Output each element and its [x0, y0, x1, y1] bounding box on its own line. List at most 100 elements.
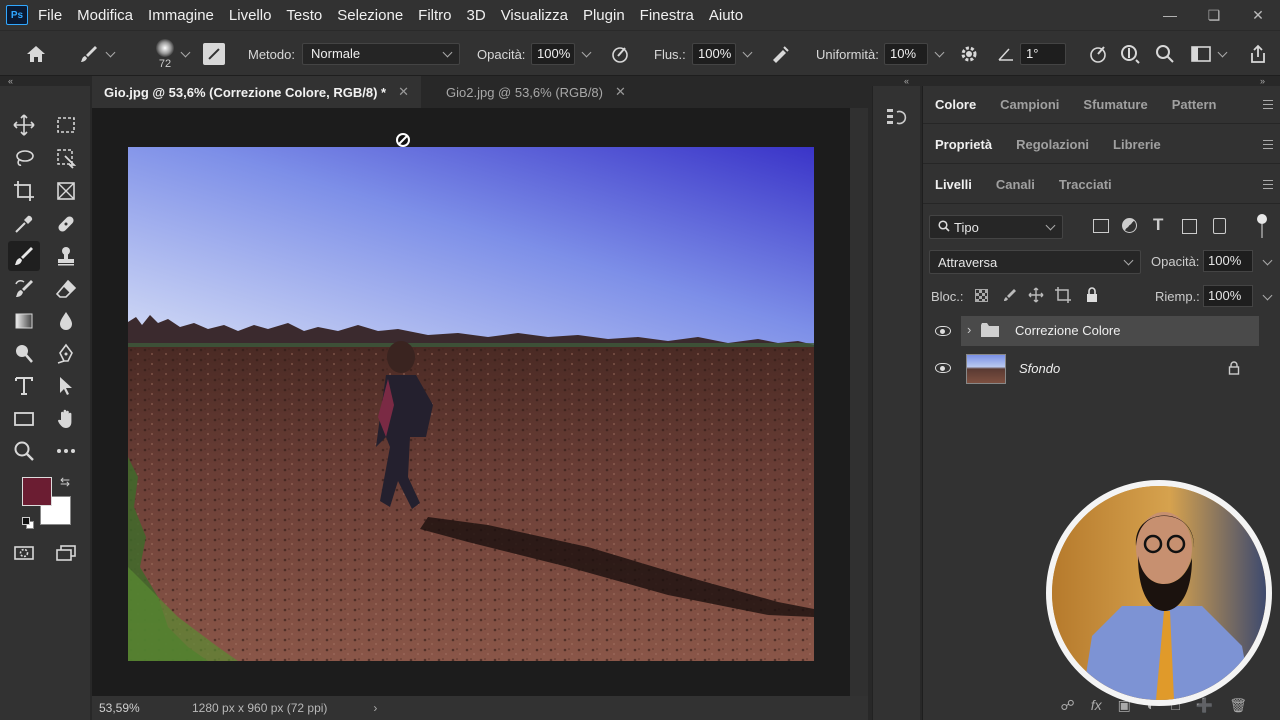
layer-opacity-caret[interactable]: [1262, 255, 1273, 266]
fill-caret[interactable]: [1262, 290, 1273, 301]
tab-regolazioni[interactable]: Regolazioni: [1004, 137, 1101, 152]
chevron-right-icon[interactable]: ›: [373, 701, 377, 715]
share-icon[interactable]: [1246, 31, 1270, 77]
panels-collapse-icon[interactable]: «: [904, 76, 909, 86]
toolbar-collapse-icon[interactable]: «: [8, 76, 13, 86]
frame-tool-icon[interactable]: [50, 176, 82, 206]
layer-row-sfondo[interactable]: Sfondo: [923, 350, 1280, 386]
filter-adjustment-icon[interactable]: [1122, 218, 1137, 233]
tab-canali[interactable]: Canali: [984, 177, 1047, 192]
panels-expand-icon[interactable]: »: [1260, 76, 1265, 86]
menu-file[interactable]: File: [38, 7, 62, 24]
foreground-color-swatch[interactable]: [22, 477, 52, 506]
airbrush-icon[interactable]: [768, 31, 792, 77]
layer-filter-select[interactable]: Tipo: [929, 215, 1063, 239]
visibility-eye-icon[interactable]: [935, 326, 951, 336]
tab-campioni[interactable]: Campioni: [988, 97, 1071, 112]
lock-position-icon[interactable]: [1028, 287, 1044, 303]
restore-icon[interactable]: ❏: [1192, 7, 1236, 24]
pressure-size-icon[interactable]: [1086, 31, 1110, 77]
search-icon[interactable]: [1154, 31, 1176, 77]
panel-menu-icon[interactable]: [1263, 100, 1273, 109]
tab-sfumature[interactable]: Sfumature: [1071, 97, 1159, 112]
menu-livello[interactable]: Livello: [229, 7, 272, 24]
menu-3d[interactable]: 3D: [467, 7, 486, 24]
minimize-icon[interactable]: —: [1148, 7, 1192, 23]
move-tool-icon[interactable]: [8, 110, 40, 140]
brush-size-caret[interactable]: [176, 31, 191, 77]
filter-shape-icon[interactable]: [1182, 219, 1197, 234]
chevron-right-icon[interactable]: ›: [967, 322, 971, 337]
smoothing-caret[interactable]: [934, 47, 945, 57]
screen-mode-icon[interactable]: [50, 538, 82, 568]
eyedropper-tool-icon[interactable]: [8, 209, 40, 239]
pressure-opacity-icon[interactable]: [608, 31, 632, 77]
healing-brush-tool-icon[interactable]: [50, 209, 82, 239]
tab-pattern[interactable]: Pattern: [1160, 97, 1229, 112]
zoom-tool-icon[interactable]: [8, 436, 40, 466]
dodge-tool-icon[interactable]: [8, 339, 40, 369]
tab-livelli[interactable]: Livelli: [923, 177, 984, 192]
filter-type-icon[interactable]: T: [1153, 215, 1163, 235]
brush-settings-icon[interactable]: [202, 31, 226, 77]
close-icon[interactable]: ✕: [1236, 7, 1280, 24]
home-icon[interactable]: [22, 31, 50, 77]
opacity-caret[interactable]: [581, 47, 592, 57]
tab-proprieta[interactable]: Proprietà: [923, 137, 1004, 152]
flow-caret[interactable]: [742, 47, 753, 57]
tab-librerie[interactable]: Librerie: [1101, 137, 1173, 152]
lock-all-icon[interactable]: [1085, 287, 1099, 303]
link-layers-icon[interactable]: ☍: [1061, 697, 1075, 714]
menu-visualizza[interactable]: Visualizza: [501, 7, 568, 24]
path-selection-tool-icon[interactable]: [50, 371, 82, 401]
object-selection-tool-icon[interactable]: [50, 143, 82, 173]
gear-icon[interactable]: [958, 31, 980, 77]
trash-icon[interactable]: 🗑: [1229, 697, 1247, 714]
workspace-icon[interactable]: [1188, 31, 1228, 77]
layer-name[interactable]: Correzione Colore: [1015, 323, 1121, 338]
menu-finestra[interactable]: Finestra: [640, 7, 694, 24]
close-tab-icon[interactable]: ✕: [615, 84, 626, 100]
menu-immagine[interactable]: Immagine: [148, 7, 214, 24]
brush-tool-icon[interactable]: [8, 241, 40, 271]
filter-pixel-icon[interactable]: [1093, 219, 1109, 233]
vertical-scrollbar[interactable]: [850, 108, 868, 696]
blend-mode-select[interactable]: Attraversa: [929, 250, 1141, 274]
new-layer-icon[interactable]: ➕: [1196, 697, 1213, 714]
default-colors-icon[interactable]: [22, 517, 34, 529]
rectangle-tool-icon[interactable]: [8, 404, 40, 434]
tab-gio2[interactable]: Gio2.jpg @ 53,6% (RGB/8) ✕: [434, 76, 638, 108]
hand-tool-icon[interactable]: [50, 404, 82, 434]
fill-input[interactable]: 100%: [1203, 285, 1253, 307]
blur-tool-icon[interactable]: [50, 306, 82, 336]
menu-testo[interactable]: Testo: [286, 7, 322, 24]
angle-input[interactable]: 1°: [1020, 43, 1066, 65]
tab-colore[interactable]: Colore: [923, 97, 988, 112]
zoom-level[interactable]: 53,59%: [99, 701, 192, 715]
history-brush-tool-icon[interactable]: [8, 274, 40, 304]
menu-aiuto[interactable]: Aiuto: [709, 7, 743, 24]
clone-stamp-tool-icon[interactable]: [50, 241, 82, 271]
document-image[interactable]: [128, 147, 814, 661]
marquee-tool-icon[interactable]: [50, 110, 82, 140]
fx-icon[interactable]: fx: [1091, 697, 1102, 713]
panel-menu-icon[interactable]: [1263, 140, 1273, 149]
brush-preset-icon[interactable]: [76, 31, 116, 77]
quick-mask-icon[interactable]: [8, 538, 40, 568]
gradient-tool-icon[interactable]: [8, 306, 40, 336]
crop-tool-icon[interactable]: [8, 176, 40, 206]
more-tools-icon[interactable]: [50, 436, 82, 466]
lock-icon[interactable]: [1227, 361, 1241, 375]
symmetry-icon[interactable]: [1118, 31, 1142, 77]
method-select[interactable]: Normale: [302, 43, 460, 65]
layer-opacity-input[interactable]: 100%: [1203, 250, 1253, 272]
layer-row-correzione-colore[interactable]: › Correzione Colore: [923, 313, 1280, 349]
lock-image-icon[interactable]: [1003, 288, 1017, 302]
pen-tool-icon[interactable]: [50, 339, 82, 369]
document-info[interactable]: 1280 px x 960 px (72 ppi): [192, 701, 327, 715]
menu-filtro[interactable]: Filtro: [418, 7, 451, 24]
tab-tracciati[interactable]: Tracciati: [1047, 177, 1124, 192]
flow-input[interactable]: 100%: [692, 43, 736, 65]
filter-toggle[interactable]: [1257, 214, 1267, 238]
menu-selezione[interactable]: Selezione: [337, 7, 403, 24]
